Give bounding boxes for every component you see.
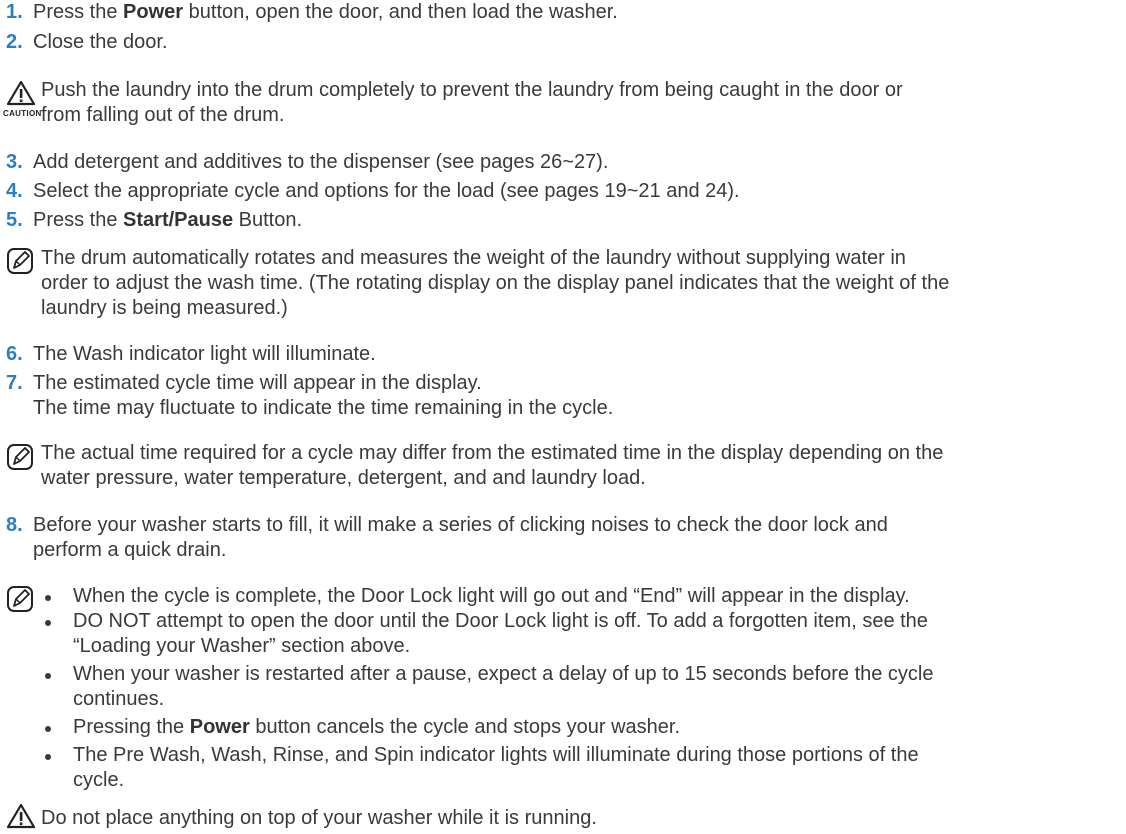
note-pencil-icon bbox=[7, 444, 33, 470]
bullet bbox=[45, 726, 51, 732]
note-pencil-icon bbox=[7, 248, 33, 274]
note-bullet-text: cycle. bbox=[73, 769, 125, 791]
step-text-part: Press the bbox=[33, 1, 124, 23]
step-number: 2. bbox=[6, 31, 23, 53]
note-text-part: Pressing the bbox=[73, 716, 190, 738]
bullet bbox=[45, 754, 51, 760]
note-bullet-text: “Loading your Washer” section above. bbox=[73, 635, 411, 657]
power-label: Power bbox=[123, 1, 184, 23]
caution-text: Push the laundry into the drum completel… bbox=[41, 79, 903, 101]
step-number: 1. bbox=[6, 1, 23, 23]
caution-label: CAUTION bbox=[3, 109, 42, 118]
bullet bbox=[45, 595, 51, 601]
note-bullet-text: When the cycle is complete, the Door Loc… bbox=[73, 585, 910, 607]
step-text-part: Button. bbox=[233, 209, 303, 231]
bullet bbox=[45, 673, 51, 679]
note-bullet-text: DO NOT attempt to open the door until th… bbox=[73, 610, 928, 632]
note-bullet-text: When your washer is restarted after a pa… bbox=[73, 663, 934, 685]
step-text: Add detergent and additives to the dispe… bbox=[33, 151, 609, 173]
note-text: The drum automatically rotates and measu… bbox=[41, 247, 906, 269]
step-number: 5. bbox=[6, 209, 23, 231]
step-number: 6. bbox=[6, 343, 23, 365]
step-text-part: button, open the door, and then load the… bbox=[183, 1, 618, 23]
start-pause-label: Start/Pause bbox=[123, 209, 234, 231]
step-text: Select the appropriate cycle and options… bbox=[33, 180, 740, 202]
warning-triangle-icon bbox=[6, 80, 36, 106]
warning-text: Do not place anything on top of your was… bbox=[41, 807, 597, 829]
note-text: laundry is being measured.) bbox=[41, 297, 288, 319]
step-text: Close the door. bbox=[33, 31, 168, 53]
step-text: Press the Power button, open the door, a… bbox=[33, 0, 618, 24]
step-text: The Wash indicator light will illuminate… bbox=[33, 343, 376, 365]
bullet bbox=[45, 620, 51, 626]
step-number: 3. bbox=[6, 151, 23, 173]
step-number: 4. bbox=[6, 180, 23, 202]
step-text: perform a quick drain. bbox=[33, 539, 227, 561]
power-label: Power bbox=[189, 716, 250, 738]
note-bullet-text: Pressing the Power button cancels the cy… bbox=[73, 715, 680, 739]
note-text: order to adjust the wash time. (The rota… bbox=[41, 272, 950, 294]
note-bullet-text: The Pre Wash, Wash, Rinse, and Spin indi… bbox=[73, 744, 919, 766]
step-text: Before your washer starts to fill, it wi… bbox=[33, 514, 888, 536]
note-text: The actual time required for a cycle may… bbox=[41, 442, 944, 464]
note-pencil-icon bbox=[7, 586, 33, 612]
step-number: 8. bbox=[6, 514, 23, 536]
warning-triangle-icon bbox=[6, 803, 36, 829]
step-text: The time may fluctuate to indicate the t… bbox=[33, 397, 614, 419]
step-text: The estimated cycle time will appear in … bbox=[33, 372, 482, 394]
caution-text: from falling out of the drum. bbox=[41, 104, 285, 126]
step-text: Press the Start/Pause Button. bbox=[33, 208, 302, 232]
instruction-page: 1. Press the Power button, open the door… bbox=[0, 0, 1126, 834]
note-text-part: button cancels the cycle and stops your … bbox=[249, 716, 681, 738]
step-number: 7. bbox=[6, 372, 23, 394]
step-text-part: Press the bbox=[33, 209, 124, 231]
note-text: water pressure, water temperature, deter… bbox=[41, 467, 646, 489]
note-bullet-text: continues. bbox=[73, 688, 165, 710]
